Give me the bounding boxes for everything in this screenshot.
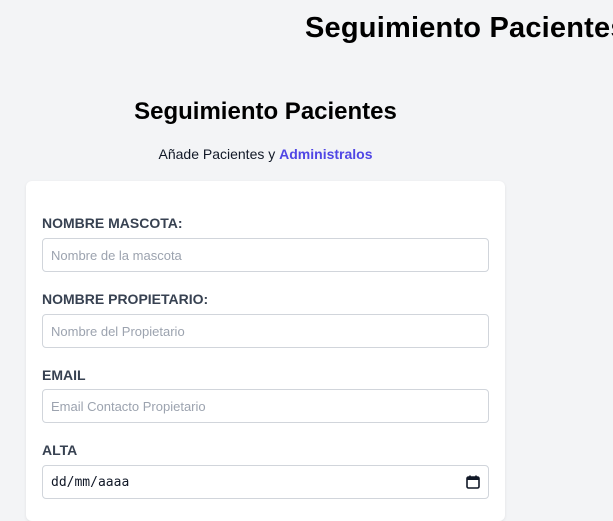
- pet-name-input[interactable]: [42, 238, 489, 272]
- date-placeholder: dd/mm/aaaa: [51, 474, 130, 490]
- form-section-title: Seguimiento Pacientes: [134, 98, 397, 125]
- subtitle-accent: Administralos: [279, 146, 373, 162]
- discharge-date-label: ALTA: [42, 442, 78, 458]
- pet-name-label: NOMBRE MASCOTA:: [42, 215, 183, 231]
- subtitle-text: Añade Pacientes y: [158, 146, 280, 162]
- email-input[interactable]: [42, 389, 489, 423]
- owner-name-input[interactable]: [42, 314, 489, 348]
- patient-form: NOMBRE MASCOTA: NOMBRE PROPIETARIO: EMAI…: [26, 181, 505, 521]
- form-subtitle: Añade Pacientes y Administralos: [0, 146, 531, 162]
- discharge-date-input[interactable]: dd/mm/aaaa: [42, 465, 489, 499]
- page-header-title: Seguimiento Pacientes: [305, 12, 613, 44]
- owner-name-label: NOMBRE PROPIETARIO:: [42, 291, 209, 307]
- calendar-icon[interactable]: [466, 475, 480, 489]
- email-label: EMAIL: [42, 367, 86, 383]
